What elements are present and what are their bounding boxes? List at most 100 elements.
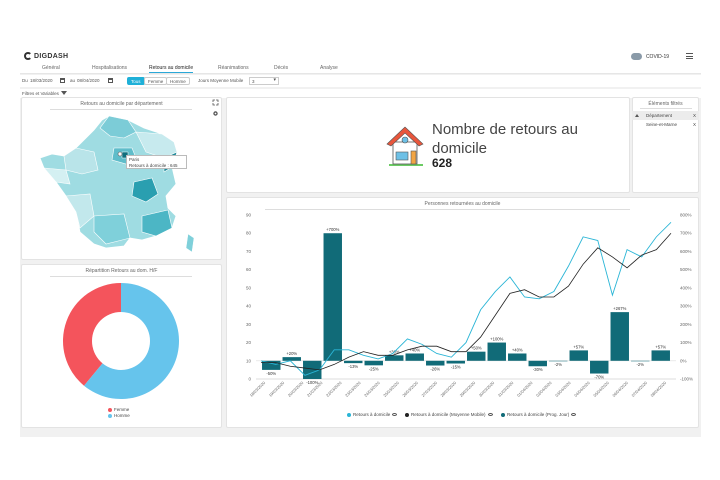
right-tick-label: 800% <box>680 213 692 218</box>
eye-icon[interactable] <box>487 413 493 416</box>
eye-icon[interactable] <box>392 413 398 416</box>
bar-prog-jour[interactable] <box>364 360 383 366</box>
bar-data-label: +700% <box>326 227 339 232</box>
x-tick-label: 06/04/2020 <box>611 380 629 398</box>
expand-icon[interactable] <box>212 99 219 106</box>
title-divider <box>50 109 192 110</box>
map-pointer-icon <box>117 151 123 157</box>
sex-option-homme[interactable]: Homme <box>166 77 190 85</box>
x-tick-label: 22/03/2020 <box>325 380 343 398</box>
filters-variables-button[interactable]: Filtres et Variables <box>22 91 59 96</box>
legend-label: Homme <box>114 413 130 418</box>
x-tick-label: 27/03/2020 <box>420 380 438 398</box>
eye-icon[interactable] <box>571 413 577 416</box>
date-to-input[interactable]: 08/04/2020 <box>77 78 100 83</box>
legend-moyenne-mobile[interactable]: Retours à domicile (Moyenne Mobile) <box>405 412 493 417</box>
calendar-icon[interactable] <box>60 78 65 83</box>
x-tick-label: 03/04/2020 <box>554 380 572 398</box>
combo-chart[interactable]: 0 10 20 30 40 50 60 70 80 90 -100% 0% 100% 200% 300% 40… <box>226 210 699 416</box>
region-brittany[interactable] <box>43 167 71 185</box>
x-tick-label: 08/04/2020 <box>649 380 667 398</box>
bar-prog-jour[interactable] <box>405 353 424 361</box>
left-tick-label: 80 <box>246 231 252 236</box>
tab-hospitalisations[interactable]: Hospitalisations <box>92 65 127 71</box>
bar-data-label: +267% <box>613 306 626 311</box>
bar-prog-jour[interactable] <box>323 233 342 361</box>
sex-option-femme[interactable]: Femme <box>144 77 168 85</box>
x-tick-label: 31/03/2020 <box>497 380 515 398</box>
legend-femme[interactable]: Femme <box>108 407 129 412</box>
series-dot-icon <box>501 412 505 417</box>
bar-prog-jour[interactable] <box>446 360 465 364</box>
x-tick-label: 07/04/2020 <box>630 380 648 398</box>
legend-homme[interactable]: Homme <box>108 413 130 418</box>
corsica-shape[interactable] <box>185 233 195 253</box>
right-tick-label: 200% <box>680 322 692 327</box>
left-tick-label: 30 <box>246 322 252 327</box>
bar-prog-jour[interactable] <box>344 360 363 364</box>
tab-retours-domicile[interactable]: Retours au domicile <box>149 65 194 73</box>
kpi-title: Nombre de retours au domicile <box>432 121 578 157</box>
bar-prog-jour[interactable] <box>610 312 629 361</box>
bar-data-label: +50% <box>471 346 482 351</box>
bar-data-label: +20% <box>286 351 297 356</box>
right-tick-label: 400% <box>680 285 692 290</box>
bar-prog-jour[interactable] <box>528 360 547 367</box>
legend-label: Retours à domicile (Moyenne Mobile) <box>411 412 486 417</box>
bar-prog-jour[interactable] <box>651 350 670 361</box>
donut-title: Répartition Retours au dom. H/F <box>85 268 158 274</box>
bar-prog-jour[interactable] <box>487 342 506 361</box>
bar-data-label: -100% <box>306 380 318 385</box>
donut-chart[interactable] <box>61 281 181 401</box>
left-tick-label: 50 <box>246 285 252 290</box>
app-logo[interactable]: DIGDASH <box>24 52 68 60</box>
left-tick-label: 60 <box>246 267 252 272</box>
tab-general[interactable]: Général <box>42 65 60 71</box>
project-selector[interactable]: COVID-19 <box>630 53 669 60</box>
bar-prog-jour[interactable] <box>467 351 486 361</box>
settings-icon[interactable] <box>212 110 219 117</box>
sex-option-tous[interactable]: Tous <box>127 77 145 85</box>
moving-average-label: Jours Moyenne Mobile <box>198 78 244 83</box>
x-tick-label: 23/03/2020 <box>344 380 362 398</box>
france-map[interactable] <box>36 112 202 257</box>
series-dot-icon <box>405 412 409 417</box>
date-from-input[interactable]: 18/03/2020 <box>30 78 53 83</box>
hamburger-menu-icon[interactable] <box>686 53 693 59</box>
filter-group-departement[interactable]: Département X <box>632 111 699 120</box>
x-tick-label: 30/03/2020 <box>478 380 496 398</box>
region-normandy[interactable] <box>63 147 99 175</box>
bar-data-label: +57% <box>573 344 584 349</box>
left-tick-label: 90 <box>246 213 252 218</box>
bar-prog-jour[interactable] <box>508 353 527 361</box>
legend-prog-jour[interactable]: Retours à domicile (Prog. Jour) <box>501 412 577 417</box>
right-tick-label: -100% <box>680 377 693 382</box>
map-tooltip: Paris Retours à domicile : 645 <box>126 155 187 169</box>
bar-prog-jour[interactable] <box>590 360 609 374</box>
x-tick-label: 19/03/2020 <box>268 380 286 398</box>
legend-retours[interactable]: Retours à domicile <box>347 412 398 417</box>
bar-data-label: +57% <box>655 344 666 349</box>
digdash-logo-icon <box>24 52 32 60</box>
tab-analyse[interactable]: Analyse <box>320 65 338 71</box>
calendar-icon[interactable] <box>108 78 113 83</box>
bar-data-label: +40% <box>512 347 523 352</box>
tooltip-value: Retours à domicile : 645 <box>129 162 178 168</box>
right-tick-label: 600% <box>680 249 692 254</box>
funnel-icon[interactable] <box>61 91 67 95</box>
line-retours[interactable] <box>260 221 672 376</box>
tab-reanimations[interactable]: Réanimations <box>218 65 249 71</box>
moving-average-select[interactable]: 3 <box>249 77 279 85</box>
bar-prog-jour[interactable] <box>426 360 445 366</box>
remove-filter-icon[interactable]: X <box>693 111 696 120</box>
filter-item[interactable]: Seine-et-Marne X <box>632 120 699 129</box>
bar-prog-jour[interactable] <box>385 355 404 361</box>
project-label: COVID-19 <box>645 53 669 60</box>
line-moyenne-mobile[interactable] <box>261 232 672 371</box>
bar-data-label: -13% <box>348 364 358 369</box>
bar-prog-jour[interactable] <box>569 350 588 361</box>
collapse-icon[interactable] <box>635 114 639 117</box>
tab-deces[interactable]: Décès <box>274 65 288 71</box>
bar-prog-jour[interactable] <box>282 357 301 361</box>
remove-filter-icon[interactable]: X <box>693 120 696 129</box>
